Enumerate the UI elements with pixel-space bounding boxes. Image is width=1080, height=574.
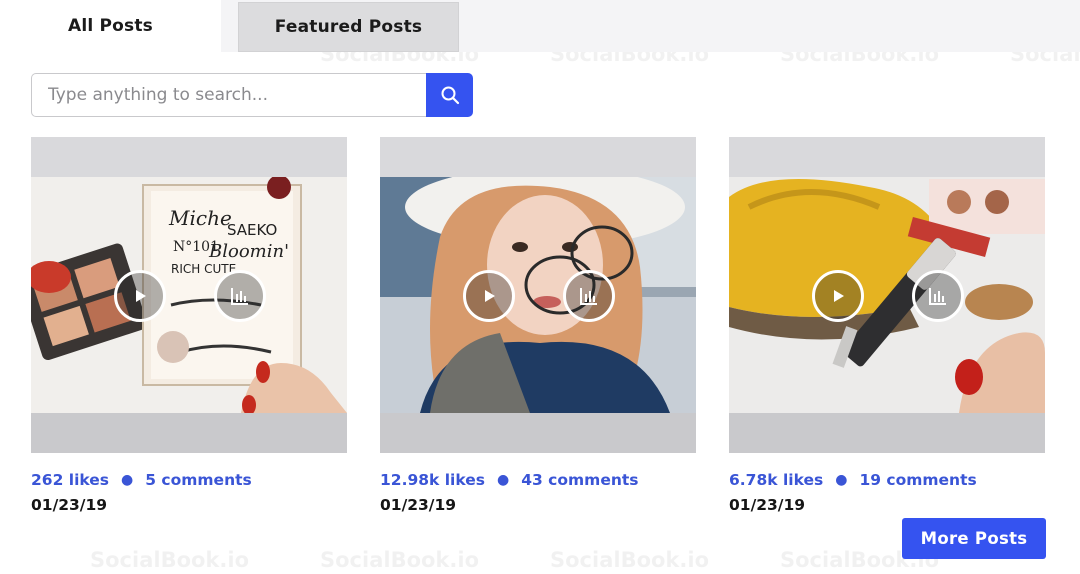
- search-bar: [31, 73, 473, 117]
- svg-text:SAEKO: SAEKO: [227, 221, 277, 239]
- play-icon: [136, 290, 146, 302]
- post-engagement: 6.78k likes ● 19 comments: [729, 471, 1045, 489]
- likes-count[interactable]: 262 likes: [31, 471, 109, 489]
- post-date: 01/23/19: [729, 496, 806, 514]
- tab-bar: All Posts Featured Posts: [0, 0, 1080, 52]
- play-button[interactable]: [812, 270, 864, 322]
- post-thumbnail-image: Miche SAEKO N°101 Bloomin' RICH CUTE: [31, 177, 347, 413]
- svg-text:Miche: Miche: [168, 206, 232, 230]
- post-media[interactable]: Miche SAEKO N°101 Bloomin' RICH CUTE: [31, 137, 347, 453]
- separator-dot: ●: [835, 472, 848, 488]
- likes-count[interactable]: 12.98k likes: [380, 471, 485, 489]
- tab-featured-posts[interactable]: Featured Posts: [238, 2, 459, 52]
- svg-text:Bloomin': Bloomin': [208, 241, 289, 262]
- tab-all-posts[interactable]: All Posts: [0, 0, 221, 52]
- play-icon: [834, 290, 844, 302]
- separator-dot: ●: [121, 472, 134, 488]
- watermark: SocialBook.io: [90, 548, 249, 572]
- post-engagement: 12.98k likes ● 43 comments: [380, 471, 696, 489]
- post-media[interactable]: [729, 137, 1045, 453]
- bar-chart-icon: [231, 288, 248, 305]
- post-card: Miche SAEKO N°101 Bloomin' RICH CUTE 262…: [31, 137, 347, 514]
- post-card: 12.98k likes ● 43 comments 01/23/19: [380, 137, 696, 514]
- comments-count[interactable]: 43 comments: [521, 471, 638, 489]
- play-button[interactable]: [463, 270, 515, 322]
- play-icon: [485, 290, 495, 302]
- post-media[interactable]: [380, 137, 696, 453]
- more-posts-button[interactable]: More Posts: [902, 518, 1046, 559]
- search-input[interactable]: [31, 73, 426, 117]
- bar-chart-icon: [580, 288, 597, 305]
- stats-button[interactable]: [214, 270, 266, 322]
- post-engagement: 262 likes ● 5 comments: [31, 471, 347, 489]
- likes-count[interactable]: 6.78k likes: [729, 471, 823, 489]
- comments-count[interactable]: 5 comments: [145, 471, 252, 489]
- search-icon: [441, 86, 459, 105]
- separator-dot: ●: [497, 472, 510, 488]
- search-button[interactable]: [426, 73, 473, 117]
- stats-button[interactable]: [912, 270, 964, 322]
- comments-count[interactable]: 19 comments: [859, 471, 976, 489]
- post-thumbnail-image: [729, 177, 1045, 413]
- watermark: SocialBook.io: [550, 548, 709, 572]
- post-card: 6.78k likes ● 19 comments 01/23/19: [729, 137, 1045, 514]
- post-date: 01/23/19: [31, 496, 108, 514]
- play-button[interactable]: [114, 270, 166, 322]
- post-thumbnail-image: [380, 177, 696, 413]
- stats-button[interactable]: [563, 270, 615, 322]
- post-date: 01/23/19: [380, 496, 457, 514]
- bar-chart-icon: [929, 288, 946, 305]
- watermark: SocialBook.io: [320, 548, 479, 572]
